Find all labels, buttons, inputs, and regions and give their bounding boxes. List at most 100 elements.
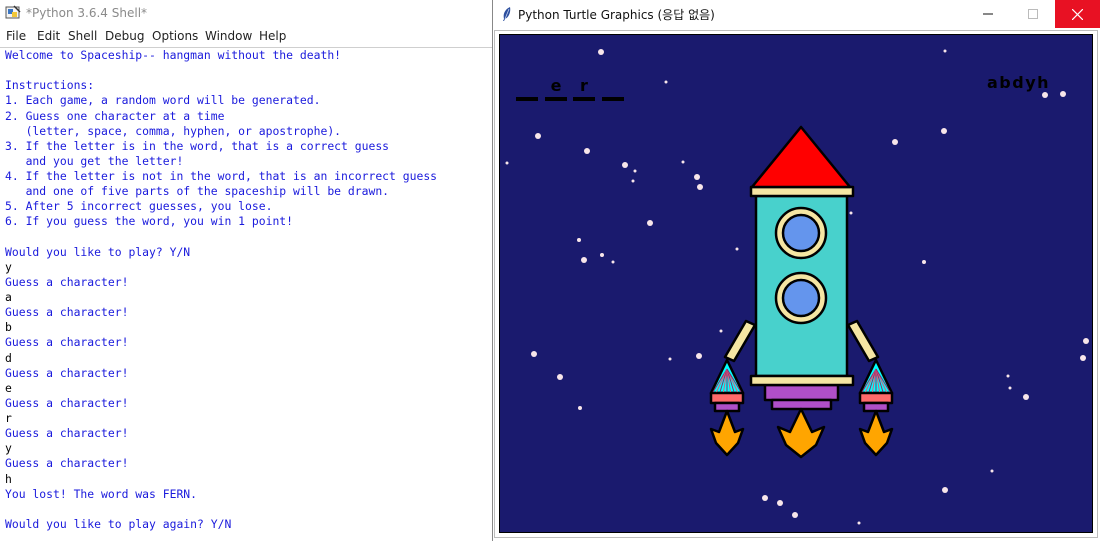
star [696, 353, 702, 359]
star [535, 133, 541, 139]
word-display: e r [516, 76, 624, 101]
star [531, 351, 537, 357]
minimize-icon [982, 13, 993, 15]
star [505, 161, 509, 165]
star [792, 512, 798, 518]
menu-help[interactable]: Help [259, 29, 286, 43]
shell-window-title: *Python 3.6.4 Shell* [26, 6, 148, 20]
star [668, 357, 672, 361]
star [719, 329, 723, 333]
shell-output-line [5, 230, 492, 245]
shell-input-line: h [5, 471, 12, 486]
shell-output-line: Guess a character! [5, 456, 129, 471]
shell-output-line: Would you like to play? Y/N [5, 244, 191, 259]
word-letter-2: e [551, 76, 562, 95]
menu-window[interactable]: Window [205, 29, 252, 43]
lower-porthole [781, 278, 821, 318]
word-letter-3: r [580, 76, 588, 95]
shell-output-line: Welcome to Spaceship-- hangman without t… [5, 48, 342, 62]
shell-output-line: 2. Guess one character at a time [5, 108, 225, 123]
menu-file[interactable]: File [6, 29, 26, 43]
rocket-top-band [749, 185, 855, 198]
shell-output-line: and one of five parts of the spaceship w… [5, 184, 390, 199]
main-flame [776, 407, 826, 459]
shell-input-line: y [5, 259, 12, 274]
close-icon [1072, 8, 1083, 20]
shell-output-line: and you get the letter! [5, 153, 184, 168]
shell-input-line: b [5, 320, 12, 335]
shell-output-line: 5. After 5 incorrect guesses, you lose. [5, 199, 273, 214]
star [664, 80, 668, 84]
shell-output-line [5, 502, 492, 517]
shell-output-line: Guess a character! [5, 305, 129, 320]
upper-porthole [781, 213, 821, 253]
shell-input-line: y [5, 441, 12, 456]
star [1083, 338, 1089, 344]
shell-output-line: 3. If the letter is in the word, that is… [5, 138, 390, 153]
star [857, 521, 861, 525]
star [557, 374, 563, 380]
star [777, 500, 783, 506]
star [762, 495, 768, 501]
star [1023, 394, 1029, 400]
shell-output-line [5, 63, 492, 78]
right-booster-flame [858, 409, 894, 457]
word-slot-3 [573, 97, 595, 101]
turtle-graphics-window: Python Turtle Graphics (응답 없음) e r abdyh [492, 0, 1100, 541]
star [578, 406, 582, 410]
minimize-button[interactable] [965, 0, 1010, 28]
star [631, 179, 635, 183]
spaceship [709, 125, 894, 459]
left-booster-body [709, 391, 745, 405]
rocket-nose-cone [750, 125, 852, 189]
shell-output-line: Would you like to play again? Y/N [5, 516, 232, 531]
star [942, 487, 948, 493]
star [697, 184, 703, 190]
shell-output-line: 6. If you guess the word, you win 1 poin… [5, 214, 294, 229]
main-exhaust-upper [763, 383, 840, 402]
star [941, 128, 947, 134]
shell-output-line: 1. Each game, a random word will be gene… [5, 93, 321, 108]
shell-output-line: Guess a character! [5, 365, 129, 380]
turtle-canvas[interactable]: e r abdyh [499, 34, 1093, 533]
shell-output-line: (letter, space, comma, hyphen, or apostr… [5, 123, 342, 138]
shell-input-line: d [5, 350, 12, 365]
shell-input-line: r [5, 411, 12, 425]
word-slot-2 [545, 97, 567, 101]
left-strut [723, 319, 757, 363]
star [633, 169, 637, 173]
word-slot-4 [602, 97, 624, 101]
menu-shell[interactable]: Shell [68, 29, 97, 43]
star [1006, 374, 1010, 378]
shell-output-line: You lost! The word was FERN. [5, 486, 198, 501]
star [990, 469, 994, 473]
word-slot-1 [516, 97, 538, 101]
menu-debug[interactable]: Debug [105, 29, 144, 43]
main-exhaust-lower [770, 398, 833, 411]
star [622, 162, 628, 168]
turtle-titlebar: Python Turtle Graphics (응답 없음) [493, 0, 1100, 28]
maximize-button[interactable] [1010, 0, 1055, 28]
star [892, 139, 898, 145]
close-button[interactable] [1055, 0, 1100, 28]
star [943, 49, 947, 53]
star [581, 257, 587, 263]
feather-icon [503, 7, 511, 21]
star [598, 49, 604, 55]
star [1080, 355, 1086, 361]
menu-options[interactable]: Options [152, 29, 198, 43]
star [1008, 386, 1012, 390]
python-idle-icon [5, 5, 21, 19]
star [1060, 91, 1066, 97]
star [922, 260, 926, 264]
turtle-canvas-frame: e r abdyh [494, 30, 1098, 538]
star [600, 253, 604, 257]
rocket-bottom-band [749, 374, 855, 387]
star [735, 247, 739, 251]
menu-edit[interactable]: Edit [37, 29, 60, 43]
star [681, 160, 685, 164]
turtle-window-title: Python Turtle Graphics (응답 없음) [518, 8, 715, 22]
star [849, 211, 853, 215]
shell-output-area[interactable]: Welcome to Spaceship-- hangman without t… [5, 48, 492, 541]
shell-output-line: Guess a character! [5, 395, 129, 410]
